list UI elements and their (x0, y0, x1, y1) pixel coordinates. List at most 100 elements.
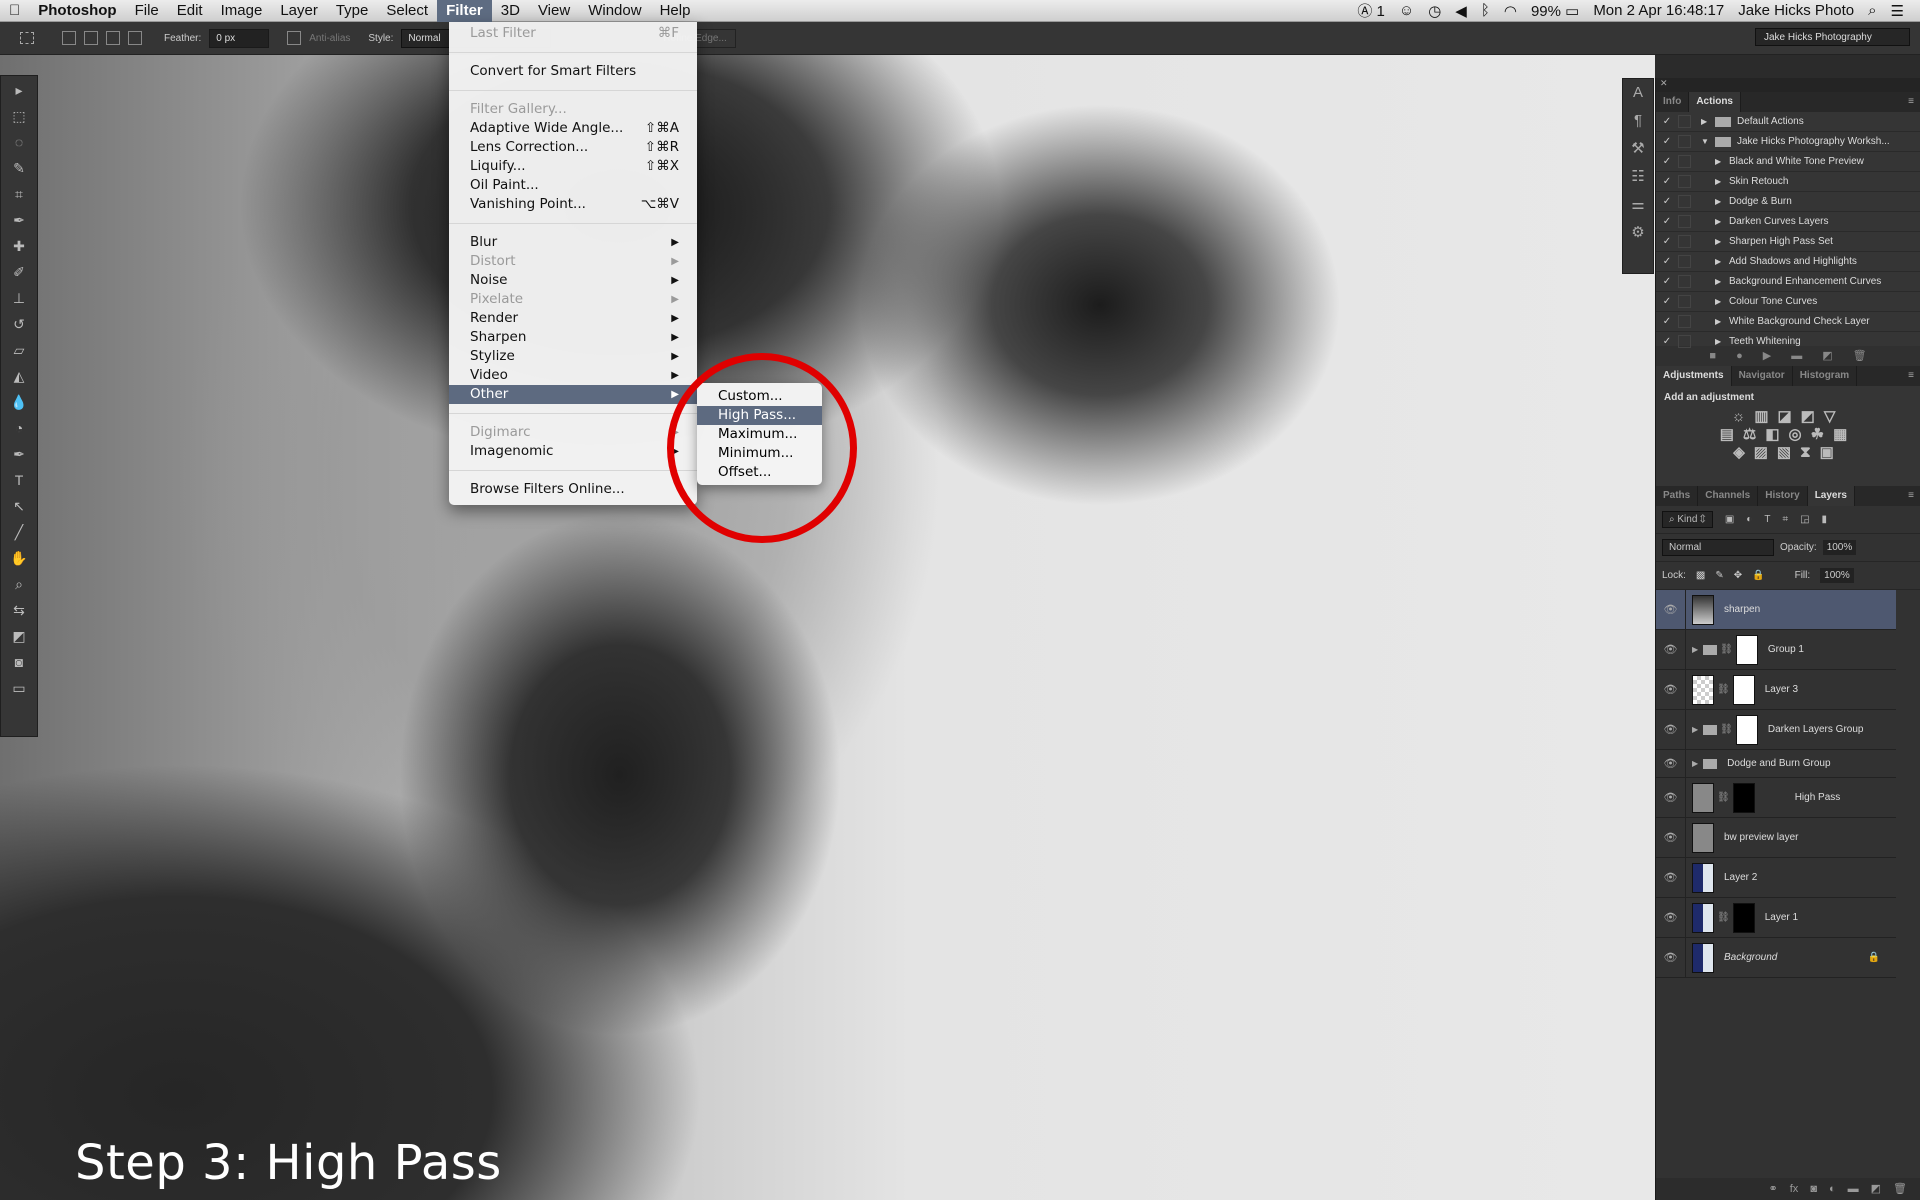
eraser-tool-icon[interactable]: ▱ (7, 339, 31, 361)
hand-tool-icon[interactable]: ✋ (7, 547, 31, 569)
layer-row[interactable]: 👁 ▶ Dodge and Burn Group (1656, 750, 1896, 778)
menu-item-maximum[interactable]: Maximum... (697, 425, 822, 444)
dialog-toggle[interactable] (1678, 155, 1691, 168)
selection-subtract-icon[interactable] (106, 31, 120, 45)
layer-name[interactable]: Background (1724, 952, 1777, 963)
new-group-icon[interactable]: ▬ (1848, 1178, 1859, 1200)
action-item[interactable]: ✓ ▶ Sharpen High Pass Set (1656, 232, 1920, 252)
add-mask-icon[interactable]: ◙ (1810, 1178, 1817, 1200)
document-canvas[interactable]: Step 3: High Pass (0, 55, 1655, 1200)
menu-item-sharpen[interactable]: Sharpen ▶ (449, 328, 697, 347)
antialias-checkbox[interactable] (287, 31, 302, 45)
lock-all-icon[interactable]: 🔒 (1752, 570, 1764, 581)
blend-mode-select[interactable]: Normal (1662, 539, 1774, 556)
selection-new-icon[interactable] (62, 31, 76, 45)
collapsed-triangle-icon[interactable]: ▶ (1715, 177, 1729, 186)
action-item[interactable]: ✓ ▶ Dodge & Burn (1656, 192, 1920, 212)
wifi-icon[interactable]: ◠ (1504, 2, 1517, 20)
dialog-toggle[interactable] (1678, 175, 1691, 188)
collapsed-triangle-icon[interactable]: ▶ (1715, 337, 1729, 346)
eye-icon[interactable]: 👁 (1656, 750, 1686, 777)
checkmark-icon[interactable]: ✓ (1656, 116, 1678, 127)
eye-icon[interactable]: 👁 (1656, 630, 1686, 669)
eye-icon[interactable]: 👁 (1656, 898, 1686, 937)
action-item[interactable]: ✓ ▶ Add Shadows and Highlights (1656, 252, 1920, 272)
gradient-tool-icon[interactable]: ◭ (7, 365, 31, 387)
menu-file[interactable]: File (126, 0, 168, 22)
menu-item-imagenomic[interactable]: Imagenomic ▶ (449, 442, 697, 461)
kind-filter-select[interactable]: ⌕ Kind ⇕ (1662, 511, 1713, 528)
battery-status[interactable]: 99% ▭ (1531, 2, 1579, 20)
dialog-toggle[interactable] (1678, 235, 1691, 248)
chain-link-icon[interactable]: ⛓ (1717, 912, 1730, 923)
accessibility-icon[interactable]: ☺ (1399, 2, 1414, 19)
chain-link-icon[interactable]: ⛓ (1717, 792, 1730, 803)
menu-image[interactable]: Image (212, 0, 272, 22)
character-panel-icon[interactable]: A (1623, 79, 1653, 107)
menu-item-noise[interactable]: Noise ▶ (449, 271, 697, 290)
action-item[interactable]: ✓ ▶ Darken Curves Layers (1656, 212, 1920, 232)
expand-triangle-icon[interactable]: ▶ (1692, 725, 1698, 734)
filter-shape-icon[interactable]: ⌗ (1782, 514, 1788, 525)
checkmark-icon[interactable]: ✓ (1656, 256, 1678, 267)
checkmark-icon[interactable]: ✓ (1656, 196, 1678, 207)
dialog-toggle[interactable] (1678, 335, 1691, 348)
lock-position-icon[interactable]: ✥ (1734, 570, 1742, 581)
action-item[interactable]: ✓ ▶ Default Actions (1656, 112, 1920, 132)
menu-item-liquify[interactable]: Liquify... ⇧⌘X (449, 157, 697, 176)
fill-input[interactable]: 100% (1820, 568, 1854, 583)
layer-mask-thumbnail[interactable] (1735, 714, 1758, 745)
collapsed-triangle-icon[interactable]: ▶ (1715, 157, 1729, 166)
fx-icon[interactable]: fx (1790, 1178, 1799, 1200)
adjustment-icons-row2[interactable]: ▤⚖◧◎☘▦ (1664, 425, 1912, 443)
tab-adjustments[interactable]: Adjustments (1656, 366, 1732, 386)
checkmark-icon[interactable]: ✓ (1656, 296, 1678, 307)
menu-item-blur[interactable]: Blur ▶ (449, 233, 697, 252)
adobe-icon[interactable]: Ⓐ 1 (1357, 0, 1385, 21)
type-tool-icon[interactable]: T (7, 469, 31, 491)
tab-histogram[interactable]: Histogram (1793, 366, 1858, 386)
user-name[interactable]: Jake Hicks Photo (1738, 2, 1854, 19)
quick-select-tool-icon[interactable]: ✎ (7, 157, 31, 179)
eye-icon[interactable]: 👁 (1656, 590, 1686, 629)
menu-type[interactable]: Type (327, 0, 378, 22)
swap-colors-tool-icon[interactable]: ⇆ (7, 599, 31, 621)
tab-info[interactable]: Info (1656, 92, 1690, 112)
dialog-toggle[interactable] (1678, 115, 1691, 128)
collapsed-triangle-icon[interactable]: ▶ (1715, 217, 1729, 226)
zoom-tool-icon[interactable]: ⌕ (7, 573, 31, 595)
layer-name[interactable]: Layer 3 (1765, 684, 1798, 695)
eye-icon[interactable]: 👁 (1656, 818, 1686, 857)
menu-select[interactable]: Select (377, 0, 437, 22)
color-swatch-tool-icon[interactable]: ◩ (7, 625, 31, 647)
eye-icon[interactable]: 👁 (1656, 710, 1686, 749)
menu-item-vanishing-point[interactable]: Vanishing Point... ⌥⌘V (449, 195, 697, 214)
checkmark-icon[interactable]: ✓ (1656, 136, 1678, 147)
layer-mask-thumbnail[interactable] (1732, 902, 1755, 933)
quick-mask-tool-icon[interactable]: ◙ (7, 651, 31, 673)
delete-icon[interactable]: 🗑 (1853, 346, 1867, 366)
menu-item-offset[interactable]: Offset... (697, 463, 822, 482)
menu-item-other[interactable]: Other ▶ (449, 385, 697, 404)
tab-actions[interactable]: Actions (1689, 92, 1741, 112)
checkmark-icon[interactable]: ✓ (1656, 156, 1678, 167)
adjustment-icons-row1[interactable]: ☼▥◪◩▽ (1664, 407, 1912, 425)
clock[interactable]: Mon 2 Apr 16:48:17 (1593, 2, 1724, 19)
layer-name[interactable]: Layer 2 (1724, 872, 1757, 883)
menu-item-minimum[interactable]: Minimum... (697, 444, 822, 463)
menu-item-render[interactable]: Render ▶ (449, 309, 697, 328)
menu-filter[interactable]: Filter (437, 0, 492, 22)
checkmark-icon[interactable]: ✓ (1656, 336, 1678, 347)
action-item[interactable]: ✓ ▶ Skin Retouch (1656, 172, 1920, 192)
menu-item-lens-correction[interactable]: Lens Correction... ⇧⌘R (449, 138, 697, 157)
record-icon[interactable]: ● (1736, 346, 1743, 366)
collapsed-triangle-icon[interactable]: ▶ (1715, 297, 1729, 306)
filter-type-icon[interactable]: T (1764, 514, 1770, 525)
filter-adjustment-icon[interactable]: ◐ (1746, 514, 1752, 525)
path-select-tool-icon[interactable]: ↖ (7, 495, 31, 517)
layer-row[interactable]: 👁 ▶ ⛓ Darken Layers Group (1656, 710, 1896, 750)
crop-tool-icon[interactable]: ⌗ (7, 183, 31, 205)
layer-row[interactable]: 👁 Layer 2 (1656, 858, 1896, 898)
menu-layer[interactable]: Layer (271, 0, 327, 22)
spotlight-icon[interactable]: ⌕ (1868, 2, 1876, 19)
